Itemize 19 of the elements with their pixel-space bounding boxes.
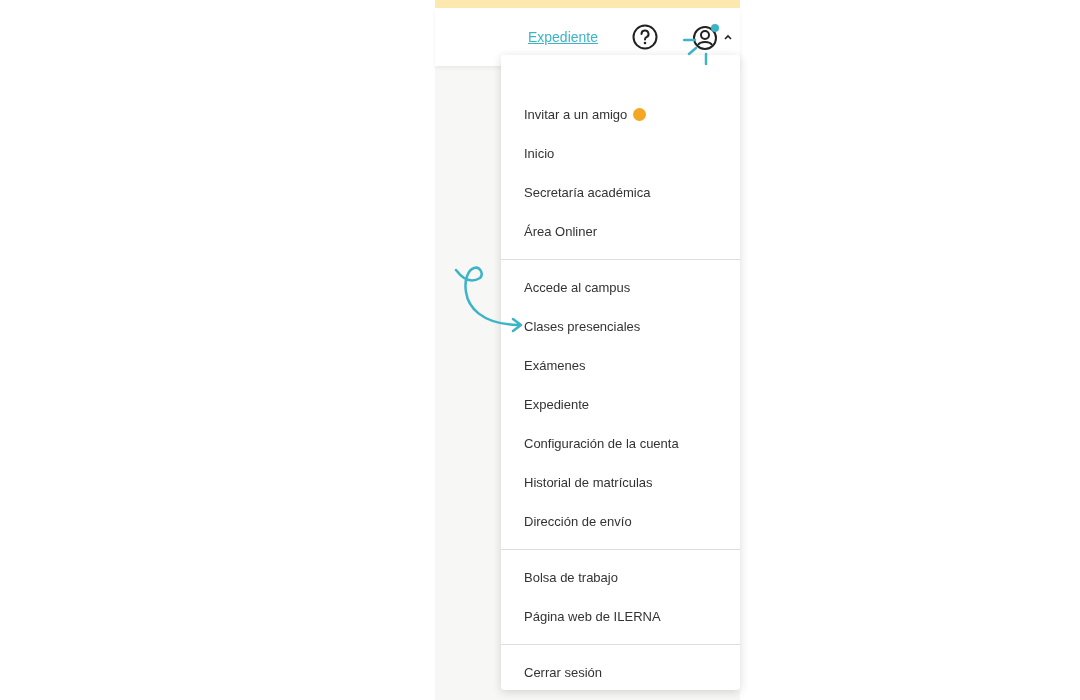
- help-icon[interactable]: [632, 24, 658, 50]
- user-avatar-icon[interactable]: [692, 23, 720, 51]
- menu-item[interactable]: Secretaría académica: [501, 173, 740, 212]
- menu-item[interactable]: Bolsa de trabajo: [501, 558, 740, 597]
- menu-item[interactable]: Clases presenciales: [501, 307, 740, 346]
- menu-item[interactable]: Expediente: [501, 385, 740, 424]
- menu-item[interactable]: Dirección de envío: [501, 502, 740, 541]
- curly-arrow-drawing: [453, 264, 525, 334]
- menu-item[interactable]: Área Onliner: [501, 212, 740, 251]
- menu-item[interactable]: Exámenes: [501, 346, 740, 385]
- caret-icon[interactable]: [724, 34, 732, 40]
- menu-item[interactable]: Cerrar sesión: [501, 653, 740, 692]
- menu-item[interactable]: Configuración de la cuenta: [501, 424, 740, 463]
- menu-item[interactable]: Inicio: [501, 134, 740, 173]
- menu-item[interactable]: Invitar a un amigo: [501, 95, 740, 134]
- menu-item[interactable]: Página web de ILERNA: [501, 597, 740, 636]
- menu-item[interactable]: Accede al campus: [501, 268, 740, 307]
- menu-item[interactable]: Historial de matrículas: [501, 463, 740, 502]
- emoji-icon: [633, 108, 647, 121]
